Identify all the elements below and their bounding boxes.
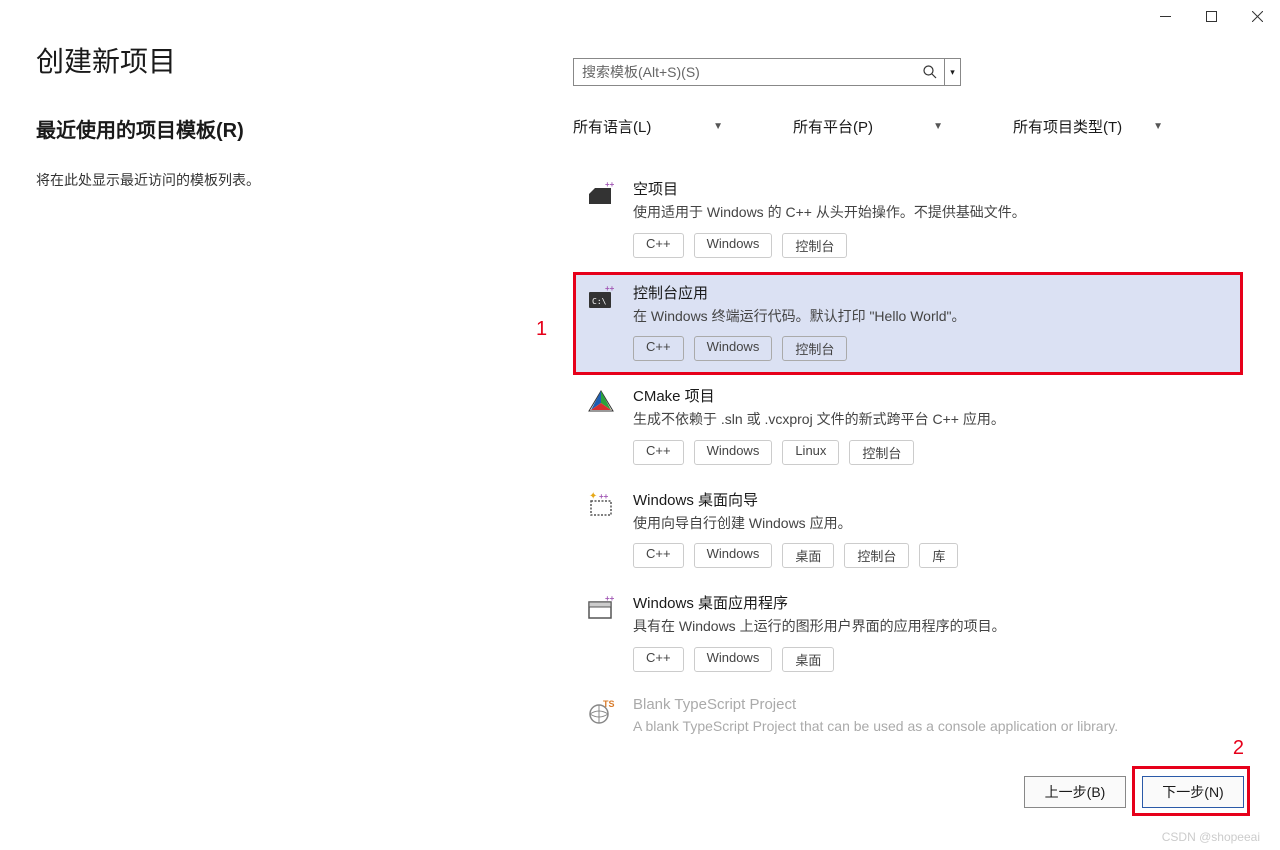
template-tag: Linux <box>782 440 839 465</box>
template-title: 空项目 <box>633 178 1231 199</box>
template-title: Windows 桌面应用程序 <box>633 592 1231 613</box>
template-description: A blank TypeScript Project that can be u… <box>633 717 1231 737</box>
template-description: 具有在 Windows 上运行的图形用户界面的应用程序的项目。 <box>633 617 1231 637</box>
console-icon: ++ C:\ <box>585 282 617 314</box>
template-title: 控制台应用 <box>633 282 1231 303</box>
svg-text:++: ++ <box>605 180 615 189</box>
ts-icon: TS <box>585 696 617 728</box>
template-tag: Windows <box>694 233 773 258</box>
filter-platform-label: 所有平台(P) <box>793 116 873 137</box>
template-tag: C++ <box>633 647 684 672</box>
back-button[interactable]: 上一步(B) <box>1024 776 1126 808</box>
wizard-icon: ++✦ <box>585 489 617 521</box>
maximize-button[interactable] <box>1188 0 1234 32</box>
template-description: 生成不依赖于 .sln 或 .vcxproj 文件的新式跨平台 C++ 应用。 <box>633 410 1231 430</box>
template-tag: 库 <box>919 543 958 568</box>
template-tag: 桌面 <box>782 647 834 672</box>
cmake-icon <box>585 385 617 417</box>
template-title: CMake 项目 <box>633 385 1231 406</box>
template-tag: C++ <box>633 336 684 361</box>
filter-platform[interactable]: 所有平台(P) ▼ <box>793 116 943 137</box>
annotation-1: 1 <box>536 318 547 341</box>
svg-text:C:\: C:\ <box>592 297 607 306</box>
template-description: 使用适用于 Windows 的 C++ 从头开始操作。不提供基础文件。 <box>633 203 1231 223</box>
svg-text:++: ++ <box>599 492 609 501</box>
minimize-button[interactable] <box>1142 0 1188 32</box>
annotation-2: 2 <box>1233 737 1244 760</box>
template-tag: Windows <box>694 440 773 465</box>
template-tag: C++ <box>633 440 684 465</box>
chevron-down-icon: ▼ <box>1153 121 1163 132</box>
template-tag: 桌面 <box>782 543 834 568</box>
template-tag: 控制台 <box>782 233 847 258</box>
desktop-app-icon: ++ <box>585 592 617 624</box>
search-icon[interactable] <box>916 65 944 79</box>
template-tag: Windows <box>694 543 773 568</box>
template-item[interactable]: ++ 空项目使用适用于 Windows 的 C++ 从头开始操作。不提供基础文件。… <box>573 168 1243 272</box>
template-item[interactable]: CMake 项目生成不依赖于 .sln 或 .vcxproj 文件的新式跨平台 … <box>573 375 1243 479</box>
svg-text:++: ++ <box>605 284 615 293</box>
template-tag: Windows <box>694 647 773 672</box>
template-tag: 控制台 <box>849 440 914 465</box>
template-item[interactable]: TS Blank TypeScript Project A blank TypeSc… <box>573 686 1243 761</box>
recent-title: 最近使用的项目模板(R) <box>36 114 244 143</box>
close-button[interactable] <box>1234 0 1280 32</box>
template-tag: C++ <box>633 543 684 568</box>
next-button[interactable]: 下一步(N) <box>1142 776 1244 808</box>
template-title: Windows 桌面向导 <box>633 489 1231 510</box>
search-container: ▾ <box>573 58 961 86</box>
filter-language[interactable]: 所有语言(L) ▼ <box>573 116 723 137</box>
template-tag: 控制台 <box>844 543 909 568</box>
template-tag: C++ <box>633 233 684 258</box>
template-title: Blank TypeScript Project <box>633 696 1231 713</box>
template-description: 使用向导自行创建 Windows 应用。 <box>633 514 1231 534</box>
page-title: 创建新项目 <box>36 40 176 80</box>
recent-empty-text: 将在此处显示最近访问的模板列表。 <box>36 170 260 190</box>
template-tags: C++ Windows 桌面 <box>633 647 1231 672</box>
watermark: CSDN @shopeeai <box>1162 830 1260 844</box>
template-tags: C++ Windows 桌面控制台库 <box>633 543 1231 568</box>
template-tags: C++ Windows 控制台 <box>633 233 1231 258</box>
chevron-down-icon: ▼ <box>933 121 943 132</box>
template-item[interactable]: ++✦ Windows 桌面向导使用向导自行创建 Windows 应用。 C++ Wi… <box>573 479 1243 583</box>
search-input[interactable] <box>574 59 916 85</box>
filter-projtype[interactable]: 所有项目类型(T) ▼ <box>1013 116 1163 137</box>
filter-language-label: 所有语言(L) <box>573 116 651 137</box>
template-item[interactable]: ++ Windows 桌面应用程序具有在 Windows 上运行的图形用户界面的应… <box>573 582 1243 686</box>
template-description: 在 Windows 终端运行代码。默认打印 "Hello World"。 <box>633 307 1231 327</box>
template-tag: 控制台 <box>782 336 847 361</box>
template-item[interactable]: ++ C:\ 控制台应用在 Windows 终端运行代码。默认打印 "Hello W… <box>573 272 1243 376</box>
template-tags: C++ Windows 控制台 <box>633 336 1231 361</box>
search-dropdown[interactable]: ▾ <box>944 59 960 85</box>
empty-proj-icon: ++ <box>585 178 617 210</box>
template-tag: Windows <box>694 336 773 361</box>
chevron-down-icon: ▼ <box>713 121 723 132</box>
template-tags: C++ Windows Linux 控制台 <box>633 440 1231 465</box>
filter-projtype-label: 所有项目类型(T) <box>1013 116 1122 137</box>
